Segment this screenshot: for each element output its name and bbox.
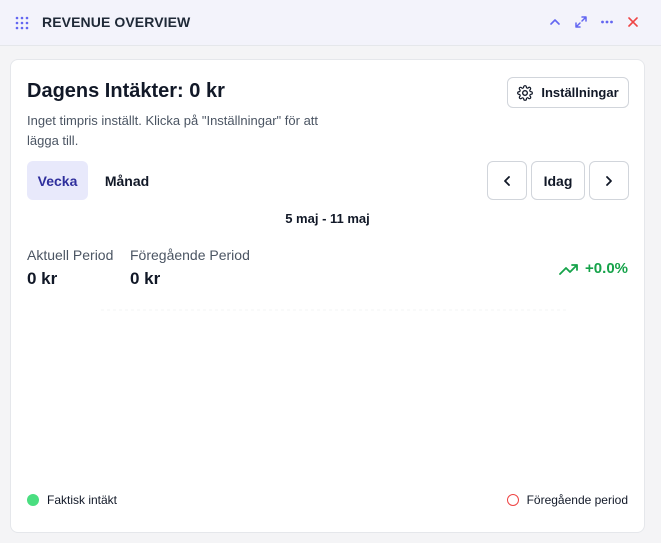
legend-actual-revenue: Faktisk intäkt xyxy=(27,493,117,507)
legend-previous-period: Föregående period xyxy=(506,493,628,507)
legend-previous-label: Föregående period xyxy=(526,493,628,507)
widget-title: REVENUE OVERVIEW xyxy=(42,14,191,30)
change-value: +0.0% xyxy=(585,260,628,277)
tab-week[interactable]: Vecka xyxy=(27,161,88,200)
date-range: 5 maj - 11 maj xyxy=(285,211,370,226)
hourly-rate-hint: Inget timpris inställt. Klicka på "Instä… xyxy=(27,113,319,148)
drag-handle-icon[interactable] xyxy=(14,15,30,31)
settings-button[interactable]: Inställningar xyxy=(507,77,629,108)
next-period-button[interactable] xyxy=(589,161,629,200)
expand-icon[interactable] xyxy=(573,12,589,32)
trending-up-icon xyxy=(559,262,579,276)
legend-actual-marker xyxy=(27,494,39,506)
settings-button-label: Inställningar xyxy=(541,85,619,100)
more-icon[interactable] xyxy=(599,12,615,32)
widget-titlebar: REVENUE OVERVIEW xyxy=(0,0,661,46)
legend-actual-label: Faktisk intäkt xyxy=(47,493,118,507)
chevron-up-icon[interactable] xyxy=(547,12,563,32)
change-indicator: +0.0% xyxy=(559,260,628,277)
previous-period-button[interactable] xyxy=(487,161,527,200)
revenue-card: Dagens Intäkter: 0 kr Inget timpris inst… xyxy=(10,59,645,533)
current-period-value: 0 kr xyxy=(27,269,58,288)
gear-icon xyxy=(517,84,534,101)
chevron-left-icon xyxy=(500,174,514,188)
previous-period-value: 0 kr xyxy=(130,269,161,288)
revenue-chart-area xyxy=(27,305,629,485)
tab-month[interactable]: Månad xyxy=(95,161,159,200)
legend-previous-marker xyxy=(506,494,519,506)
todays-revenue-heading: Dagens Intäkter: 0 kr xyxy=(27,80,225,102)
chevron-right-icon xyxy=(602,174,616,188)
close-icon[interactable] xyxy=(625,12,641,32)
previous-period-label: Föregående Period xyxy=(130,247,250,263)
current-period-label: Aktuell Period xyxy=(27,247,114,263)
today-button[interactable]: Idag xyxy=(531,161,585,200)
title-actions xyxy=(547,12,641,32)
